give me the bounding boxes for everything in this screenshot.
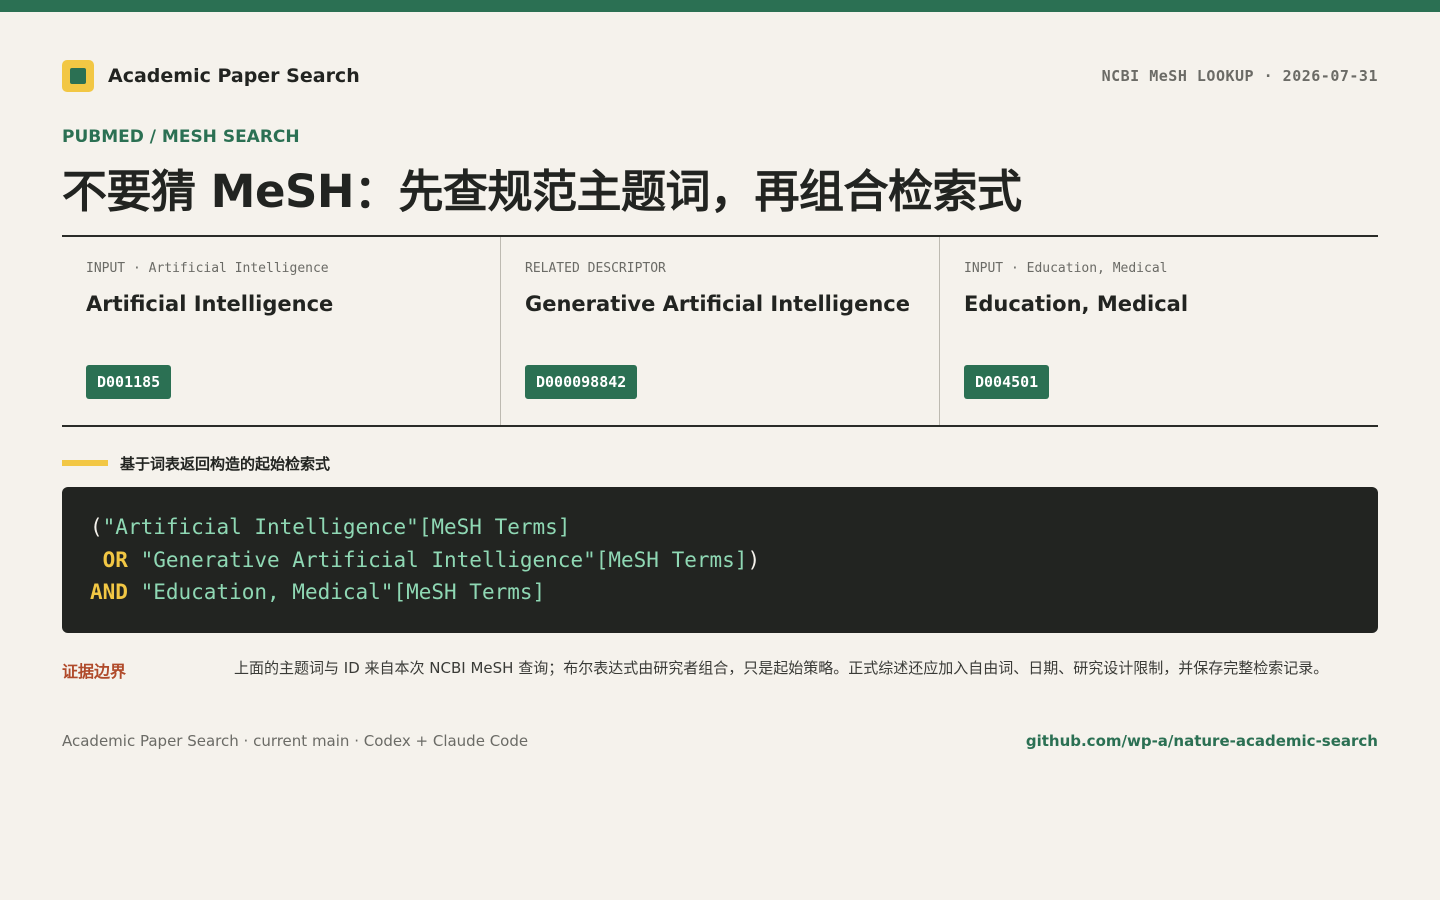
eyebrow-label: PUBMED / MESH SEARCH [62, 127, 300, 147]
brand-name: Academic Paper Search [108, 65, 360, 87]
close-paren: ) [747, 547, 761, 572]
evidence-label: 证据边界 [62, 662, 127, 681]
repo-link[interactable]: github.com/wp-a/nature-academic-search [1026, 732, 1378, 750]
card-label: RELATED DESCRIPTOR [525, 261, 666, 276]
boolean-operator: AND [90, 580, 141, 604]
top-accent-bar [0, 0, 1440, 12]
section-label: 基于词表返回构造的起始检索式 [120, 455, 331, 473]
card-term: Education, Medical [964, 292, 1189, 316]
square-logo-icon [62, 60, 94, 92]
query-code-block[interactable]: ("Artificial Intelligence"[MeSH Terms] O… [62, 487, 1378, 633]
evidence-text: 上面的主题词与 ID 来自本次 NCBI MeSH 查询；布尔表达式由研究者组合… [234, 659, 1329, 677]
card-term: Generative Artificial Intelligence [525, 292, 910, 316]
page-title: 不要猜 MeSH：先查规范主题词，再组合检索式 [62, 165, 1022, 218]
mesh-id-badge: D001185 [86, 365, 172, 399]
section-accent-bar [62, 460, 108, 466]
query-term: "Education, Medical"[MeSH Terms] [140, 580, 546, 604]
mesh-id-badge: D000098842 [525, 365, 638, 399]
footer-credits: Academic Paper Search · current main · C… [62, 732, 529, 750]
descriptor-card-education-medical: INPUT · Education, Medical Education, Me… [939, 237, 1378, 425]
open-paren: ( [90, 515, 103, 539]
descriptor-card-generative-ai: RELATED DESCRIPTOR Generative Artificial… [500, 237, 939, 425]
header-meta: NCBI MeSH LOOKUP · 2026-07-31 [1101, 67, 1378, 85]
query-term: "Generative Artificial Intelligence"[MeS… [140, 547, 748, 572]
boolean-operator: OR [90, 547, 141, 572]
card-label: INPUT · Artificial Intelligence [86, 261, 329, 276]
query-term: "Artificial Intelligence"[MeSH Terms] [102, 515, 571, 539]
card-label: INPUT · Education, Medical [964, 261, 1168, 276]
query-line-2: OR "Generative Artificial Intelligence"[… [90, 544, 1350, 577]
mesh-id-badge: D004501 [964, 365, 1050, 399]
query-line-1: ("Artificial Intelligence"[MeSH Terms] [90, 511, 1350, 544]
page-header: Academic Paper Search NCBI MeSH LOOKUP ·… [62, 60, 1378, 92]
descriptor-card-artificial-intelligence: INPUT · Artificial Intelligence Artifici… [62, 237, 500, 425]
mesh-descriptor-cards: INPUT · Artificial Intelligence Artifici… [62, 235, 1378, 427]
card-term: Artificial Intelligence [86, 292, 334, 316]
query-line-3: AND "Education, Medical"[MeSH Terms] [90, 576, 1350, 609]
